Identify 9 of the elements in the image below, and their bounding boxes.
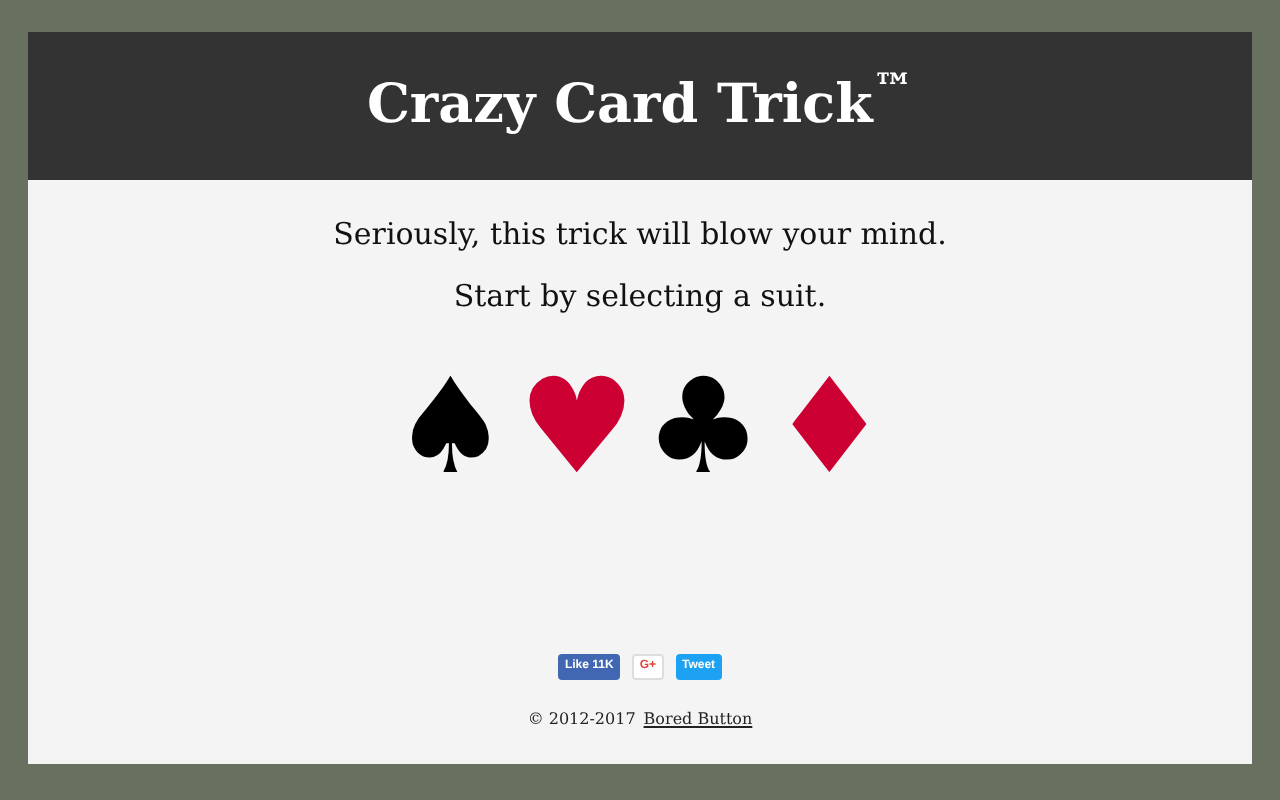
suit-button[interactable]: ♠ [391,362,510,494]
suit-button[interactable]: ♦ [770,362,889,494]
copyright-text: © 2012-2017 [527,708,636,732]
suit-button[interactable]: ♣ [644,362,763,494]
intro-text: Seriously, this trick will blow your mind. [333,214,947,256]
intro-text: Start by selecting a suit. [453,275,827,317]
site-title: Crazy Card Trick$^{™}$ [366,65,914,140]
suit-button[interactable]: ♥ [517,362,636,494]
bored-button-link[interactable]: Bored Button [643,708,753,732]
